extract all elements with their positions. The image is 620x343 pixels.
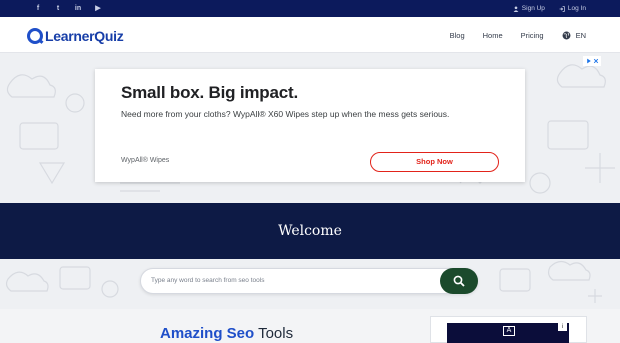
facebook-icon[interactable]: f	[28, 0, 48, 17]
language-selector[interactable]: EN	[562, 31, 586, 40]
signup-label: Sign Up	[521, 5, 545, 12]
section-title: Amazing Seo Tools	[160, 325, 293, 342]
signup-link[interactable]: Sign Up	[513, 5, 545, 12]
ad-body-text: Need more from your cloths? WypAll® X60 …	[121, 109, 450, 119]
advertisement-banner[interactable]: Small box. Big impact. Need more from yo…	[95, 69, 525, 182]
logo-q-icon	[27, 28, 43, 44]
nav-link-pricing[interactable]: Pricing	[521, 31, 544, 40]
sidebar-ad-logo-icon: A	[503, 326, 515, 336]
top-bar: f t in ▶ Sign Up Log In	[0, 0, 620, 17]
youtube-icon[interactable]: ▶	[88, 0, 108, 17]
ad-choices-icon	[586, 58, 591, 64]
section-title-accent: Amazing Seo	[160, 325, 255, 342]
ad-choices-badge[interactable]	[583, 56, 601, 66]
login-icon	[559, 5, 565, 12]
linkedin-icon[interactable]: in	[68, 0, 88, 17]
tool-search-box[interactable]: Type any word to search from seo tools	[140, 268, 478, 294]
ad-info-icon[interactable]: i	[558, 323, 567, 331]
sidebar-ad[interactable]: A i	[447, 323, 569, 343]
language-label: EN	[575, 30, 586, 40]
search-placeholder: Type any word to search from seo tools	[151, 277, 265, 284]
site-logo[interactable]: LearnerQuiz	[27, 26, 124, 46]
nav-link-blog[interactable]: Blog	[450, 31, 465, 40]
main-navbar: LearnerQuiz Blog Home Pricing EN	[0, 17, 620, 53]
hero-banner: Welcome	[0, 203, 620, 259]
globe-icon	[562, 31, 571, 39]
logo-text: LearnerQuiz	[45, 28, 124, 44]
user-icon	[513, 5, 519, 12]
ad-headline: Small box. Big impact.	[121, 83, 298, 102]
ad-close-icon	[593, 58, 598, 64]
ad-advertiser: WypAll® Wipes	[121, 157, 170, 164]
nav-links: Blog Home Pricing EN	[450, 17, 586, 53]
auth-links: Sign Up Log In	[513, 0, 586, 17]
search-button[interactable]	[440, 268, 478, 294]
twitter-icon[interactable]: t	[48, 0, 68, 17]
section-title-rest: Tools	[258, 325, 294, 342]
login-link[interactable]: Log In	[559, 5, 586, 12]
social-links: f t in ▶	[28, 0, 108, 17]
login-label: Log In	[567, 5, 586, 12]
hero-title: Welcome	[278, 223, 342, 239]
nav-link-home[interactable]: Home	[483, 31, 503, 40]
shop-now-button[interactable]: Shop Now	[370, 152, 499, 172]
search-icon	[453, 275, 465, 287]
